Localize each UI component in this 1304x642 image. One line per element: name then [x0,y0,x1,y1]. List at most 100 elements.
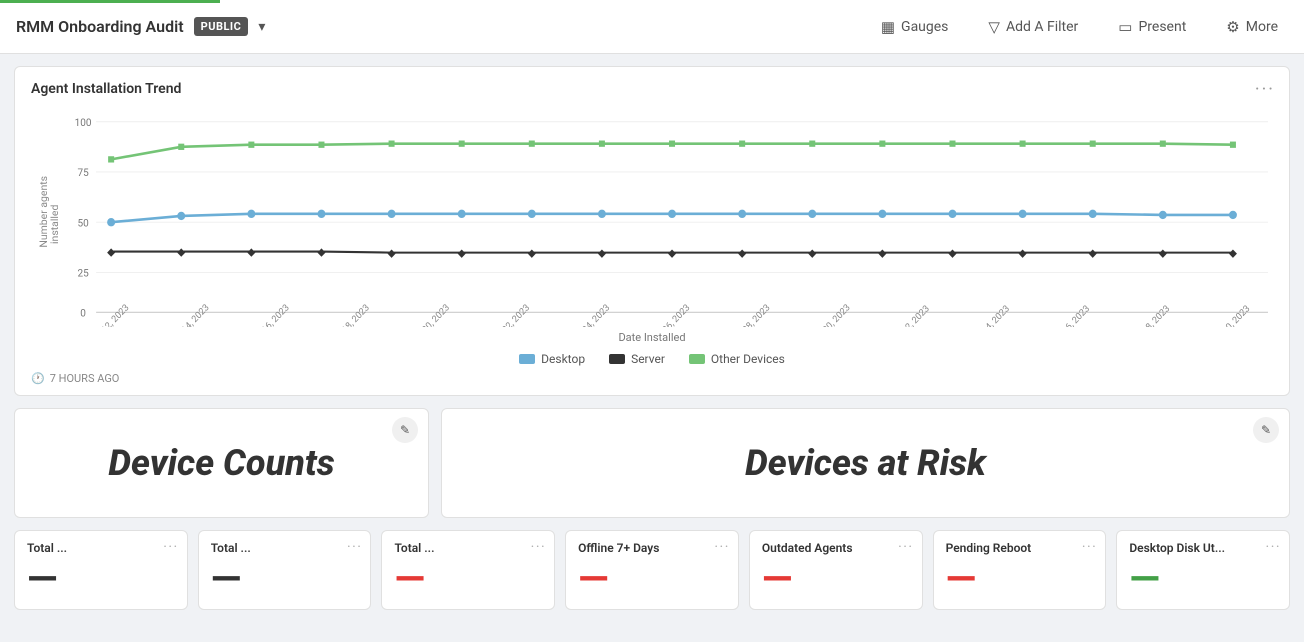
metric-title-total1: Total ... [27,541,175,555]
svg-text:75: 75 [77,166,88,179]
chart-menu-button[interactable]: ··· [1255,79,1275,100]
svg-text:Jun 16, 2023: Jun 16, 2023 [248,302,292,327]
metric-value-total3: — [394,559,424,599]
legend-desktop: Desktop [519,352,585,366]
svg-text:25: 25 [77,266,88,279]
timestamp-text: 7 HOURS AGO [50,372,120,385]
page-title: RMM Onboarding Audit [16,17,184,36]
svg-text:Jul 06, 2023: Jul 06, 2023 [1050,303,1092,327]
metric-card-outdated: Outdated Agents ··· — [749,530,923,610]
legend-server: Server [609,352,665,366]
svg-text:Jun 22, 2023: Jun 22, 2023 [488,302,532,327]
metric-value-area-reboot: — [946,559,1094,599]
metric-title-reboot: Pending Reboot [946,541,1094,555]
metric-value-area-disk: — [1129,559,1277,599]
chart-container: 100 75 50 25 0 Number agents installed [31,107,1273,327]
devices-at-risk-title: Devices at Risk [745,442,986,484]
metric-value-outdated: — [762,559,792,599]
present-icon: ▭ [1118,18,1132,36]
svg-text:Jun 24, 2023: Jun 24, 2023 [568,302,612,327]
svg-text:Jun 20, 2023: Jun 20, 2023 [408,302,452,327]
svg-text:Jul 08, 2023: Jul 08, 2023 [1130,303,1172,327]
device-counts-card: ✎ Device Counts [14,408,429,518]
chart-title: Agent Installation Trend [31,81,1273,97]
metric-value-area-outdated: — [762,559,910,599]
present-label: Present [1138,19,1186,35]
gear-icon: ⚙ [1226,18,1239,36]
svg-text:Jul 04, 2023: Jul 04, 2023 [970,303,1012,327]
server-legend-label: Server [631,352,665,366]
svg-text:Jul 02, 2023: Jul 02, 2023 [890,303,932,327]
metric-menu-outdated[interactable]: ··· [898,539,913,555]
svg-text:Jun 12, 2023: Jun 12, 2023 [87,302,131,327]
desktop-legend-color [519,354,535,364]
devices-at-risk-card: ✎ Devices at Risk [441,408,1290,518]
gauges-label: Gauges [901,19,948,35]
more-button[interactable]: ⚙ More [1216,12,1288,42]
metric-value-area-total2: — [211,559,359,599]
desktop-legend-label: Desktop [541,352,585,366]
legend-other: Other Devices [689,352,785,366]
metric-card-total1: Total ... ··· — [14,530,188,610]
server-legend-color [609,354,625,364]
device-counts-title: Device Counts [108,442,334,484]
filter-label: Add A Filter [1006,19,1078,35]
metric-menu-total2[interactable]: ··· [347,539,362,555]
svg-text:Jun 30, 2023: Jun 30, 2023 [809,302,853,327]
svg-text:0: 0 [80,306,86,319]
metric-cards-row: Total ... ··· — Total ... ··· — Total ..… [14,530,1290,610]
metric-value-total2: — [211,559,241,599]
other-legend-color [689,354,705,364]
filter-icon: ▽ [988,18,1000,36]
metric-title-total3: Total ... [394,541,542,555]
metric-value-area-offline: — [578,559,726,599]
chart-timestamp: 🕐 7 HOURS AGO [31,372,1273,385]
bar-chart-icon: ▦ [881,18,895,36]
chart-svg: 100 75 50 25 0 Number agents installed [31,107,1273,327]
devices-at-risk-edit-button[interactable]: ✎ [1253,417,1279,443]
metric-card-disk: Desktop Disk Ut... ··· — [1116,530,1290,610]
filter-button[interactable]: ▽ Add A Filter [978,12,1088,42]
metric-value-reboot: — [946,559,976,599]
chevron-down-icon[interactable]: ▾ [258,19,265,35]
header-actions: ▦ Gauges ▽ Add A Filter ▭ Present ⚙ More [871,12,1288,42]
metric-title-total2: Total ... [211,541,359,555]
metric-card-offline: Offline 7+ Days ··· — [565,530,739,610]
metric-title-disk: Desktop Disk Ut... [1129,541,1277,555]
svg-text:Jul 10, 2023: Jul 10, 2023 [1210,303,1252,327]
device-counts-edit-button[interactable]: ✎ [392,417,418,443]
header-left: RMM Onboarding Audit PUBLIC ▾ [16,17,265,36]
chart-x-axis-label: Date Installed [31,331,1273,344]
more-label: More [1246,19,1278,35]
clock-icon: 🕐 [31,372,45,385]
svg-text:installed: installed [48,204,61,244]
svg-text:50: 50 [77,216,88,229]
main-content: Agent Installation Trend ··· 100 75 50 2… [0,54,1304,622]
other-legend-label: Other Devices [711,352,785,366]
metric-value-area-total3: — [394,559,542,599]
metric-menu-total3[interactable]: ··· [531,539,546,555]
metric-menu-reboot[interactable]: ··· [1082,539,1097,555]
metric-card-total3: Total ... ··· — [381,530,555,610]
metric-menu-disk[interactable]: ··· [1266,539,1281,555]
widget-row: ✎ Device Counts ✎ Devices at Risk [14,408,1290,518]
public-badge: PUBLIC [194,17,249,36]
metric-title-outdated: Outdated Agents [762,541,910,555]
svg-text:100: 100 [75,116,92,129]
svg-text:Jun 18, 2023: Jun 18, 2023 [328,302,372,327]
metric-menu-total1[interactable]: ··· [163,539,178,555]
metric-card-reboot: Pending Reboot ··· — [933,530,1107,610]
gauges-button[interactable]: ▦ Gauges [871,12,959,42]
metric-menu-offline[interactable]: ··· [714,539,729,555]
metric-value-area-total1: — [27,559,175,599]
metric-title-offline: Offline 7+ Days [578,541,726,555]
svg-text:Jun 26, 2023: Jun 26, 2023 [648,302,692,327]
svg-text:Jun 14, 2023: Jun 14, 2023 [168,302,212,327]
metric-value-disk: — [1129,559,1159,599]
metric-card-total2: Total ... ··· — [198,530,372,610]
chart-legend: Desktop Server Other Devices [31,352,1273,366]
header: RMM Onboarding Audit PUBLIC ▾ ▦ Gauges ▽… [0,0,1304,54]
metric-value-offline: — [578,559,608,599]
metric-value-total1: — [27,559,57,599]
present-button[interactable]: ▭ Present [1108,12,1196,42]
